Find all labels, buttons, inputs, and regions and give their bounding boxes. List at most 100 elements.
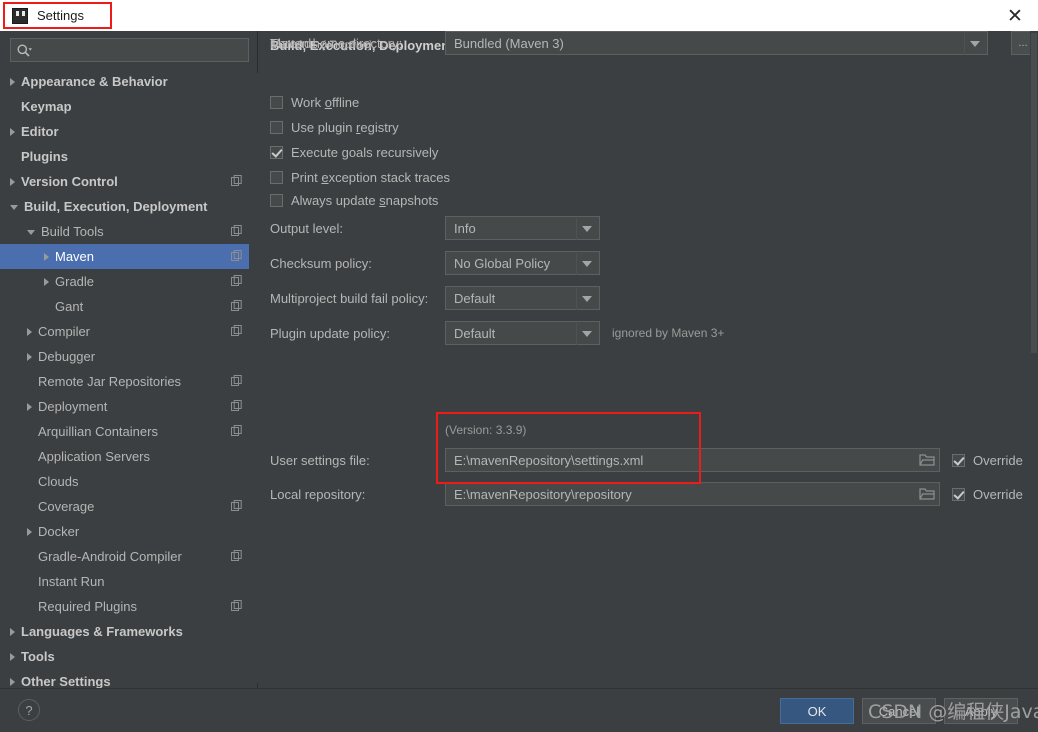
checkbox-row-1[interactable]: Use plugin registry — [270, 120, 399, 135]
window-title-bar: Settings ✕ — [0, 0, 1038, 31]
sidebar-item-build-tools[interactable]: Build Tools — [0, 219, 258, 244]
search-input[interactable] — [37, 41, 242, 59]
folder-icon[interactable] — [919, 487, 935, 501]
sidebar-item-languages-frameworks[interactable]: Languages & Frameworks — [0, 619, 258, 644]
chevron-right-icon[interactable] — [10, 627, 15, 636]
sidebar-item-debugger[interactable]: Debugger — [0, 344, 258, 369]
sidebar-item-arquillian-containers[interactable]: Arquillian Containers — [0, 419, 258, 444]
checkbox-label-mnemonic: e — [321, 170, 329, 185]
checkbox-row-2[interactable]: Execute goals recursively — [270, 145, 438, 160]
settings-tree[interactable]: Appearance & Behavior Keymap Editor Plugins… — [0, 69, 258, 688]
sidebar-item-tools[interactable]: Tools — [0, 644, 258, 669]
search-box[interactable] — [10, 38, 249, 62]
checkbox-label-0: Work offline — [291, 95, 359, 110]
chevron-right-icon[interactable] — [44, 277, 49, 286]
path-label-0: User settings file: — [270, 452, 370, 468]
override-checkbox-1[interactable] — [952, 487, 965, 501]
chevron-down-icon[interactable] — [582, 261, 592, 267]
checkbox-3[interactable] — [270, 171, 283, 184]
path-value-0: E:\mavenRepository\settings.xml — [454, 452, 644, 468]
combo-label-3: Plugin update policy: — [270, 325, 390, 341]
sidebar-item-label: Debugger — [38, 349, 96, 364]
intellij-idea-icon — [12, 7, 28, 24]
path-input-1[interactable]: E:\mavenRepository\repository — [445, 482, 940, 506]
checkbox-label-mnemonic: g — [341, 145, 349, 160]
path-input-0[interactable]: E:\mavenRepository\settings.xml — [445, 448, 940, 472]
chevron-right-icon[interactable] — [10, 677, 15, 686]
override-checkbox-0[interactable] — [952, 453, 965, 467]
search-icon — [17, 44, 32, 57]
sidebar-item-other-settings[interactable]: Other Settings — [0, 669, 258, 688]
override-group-1[interactable]: Override — [952, 487, 1023, 502]
combo-3[interactable]: Default — [445, 321, 600, 345]
sidebar-item-label: Appearance & Behavior — [21, 74, 168, 89]
checkbox-label-post: napshots — [385, 193, 439, 208]
maven-home-combo[interactable]: Bundled (Maven 3) — [445, 31, 988, 55]
sidebar-item-remote-jar-repositories[interactable]: Remote Jar Repositories — [0, 369, 258, 394]
sidebar-item-required-plugins[interactable]: Required Plugins — [0, 594, 258, 619]
chevron-down-icon[interactable] — [582, 331, 592, 337]
window-title: Settings — [37, 8, 84, 23]
window-title-group: Settings — [8, 6, 98, 26]
chevron-right-icon[interactable] — [27, 527, 32, 536]
sidebar-item-label: Build, Execution, Deployment — [24, 199, 208, 214]
checkbox-1[interactable] — [270, 121, 283, 134]
chevron-right-icon[interactable] — [27, 352, 32, 361]
chevron-right-icon[interactable] — [44, 252, 49, 261]
main-scrollbar-track[interactable] — [1030, 31, 1038, 688]
sidebar-item-gradle-android-compiler[interactable]: Gradle-Android Compiler — [0, 544, 258, 569]
sidebar-item-deployment[interactable]: Deployment — [0, 394, 258, 419]
checkbox-row-4[interactable]: Always update snapshots — [270, 193, 438, 208]
combo-0[interactable]: Info — [445, 216, 600, 240]
combo-1[interactable]: No Global Policy — [445, 251, 600, 275]
maven-version-note: (Version: 3.3.9) — [445, 423, 527, 437]
sidebar-item-instant-run[interactable]: Instant Run — [0, 569, 258, 594]
sidebar-item-build-execution-deployment[interactable]: Build, Execution, Deployment — [0, 194, 258, 219]
sidebar-item-compiler[interactable]: Compiler — [0, 319, 258, 344]
chevron-down-icon[interactable] — [970, 41, 980, 47]
checkbox-row-3[interactable]: Print exception stack traces — [270, 170, 450, 185]
chevron-right-icon[interactable] — [10, 177, 15, 186]
copy-badge-icon — [231, 400, 242, 411]
sidebar-scrollbar-track[interactable] — [249, 73, 506, 725]
sidebar-item-application-servers[interactable]: Application Servers — [0, 444, 258, 469]
chevron-down-icon[interactable] — [27, 230, 35, 235]
checkbox-0[interactable] — [270, 96, 283, 109]
close-icon[interactable]: ✕ — [1003, 5, 1027, 27]
chevron-down-icon[interactable] — [10, 205, 18, 210]
ok-button[interactable]: OK — [780, 698, 854, 724]
sidebar-item-maven[interactable]: Maven — [0, 244, 258, 269]
checkbox-4[interactable] — [270, 194, 283, 207]
help-button[interactable]: ? — [18, 699, 40, 721]
sidebar-item-docker[interactable]: Docker — [0, 519, 258, 544]
folder-icon[interactable] — [919, 453, 935, 467]
sidebar-item-gradle[interactable]: Gradle — [0, 269, 258, 294]
sidebar-item-version-control[interactable]: Version Control — [0, 169, 258, 194]
sidebar-item-editor[interactable]: Editor — [0, 119, 258, 144]
sidebar-item-label: Maven — [55, 249, 95, 264]
chevron-down-icon[interactable] — [582, 226, 592, 232]
chevron-right-icon[interactable] — [27, 402, 32, 411]
main-scrollbar-thumb[interactable] — [1031, 33, 1037, 353]
combo-value-2: Default — [454, 290, 496, 306]
chevron-right-icon[interactable] — [27, 327, 32, 336]
override-group-0[interactable]: Override — [952, 453, 1023, 468]
chevron-right-icon[interactable] — [10, 127, 15, 136]
sidebar-item-clouds[interactable]: Clouds — [0, 469, 258, 494]
settings-sidebar: Appearance & Behavior Keymap Editor Plugins… — [0, 31, 506, 725]
chevron-right-icon[interactable] — [10, 652, 15, 661]
sidebar-item-appearance-behavior[interactable]: Appearance & Behavior — [0, 69, 258, 94]
checkbox-2[interactable] — [270, 146, 283, 159]
chevron-right-icon[interactable] — [10, 77, 15, 86]
checkbox-label-pre: Use plugin — [291, 120, 357, 135]
sidebar-item-coverage[interactable]: Coverage — [0, 494, 258, 519]
sidebar-item-plugins[interactable]: Plugins — [0, 144, 258, 169]
copy-badge-icon — [231, 225, 242, 236]
sidebar-item-keymap[interactable]: Keymap — [0, 94, 258, 119]
copy-badge-icon — [231, 600, 242, 611]
checkbox-row-0[interactable]: Work offline — [270, 95, 359, 110]
sidebar-item-gant[interactable]: Gant — [0, 294, 258, 319]
chevron-down-icon[interactable] — [582, 296, 592, 302]
combo-2[interactable]: Default — [445, 286, 600, 310]
sidebar-item-label: Tools — [21, 649, 55, 664]
